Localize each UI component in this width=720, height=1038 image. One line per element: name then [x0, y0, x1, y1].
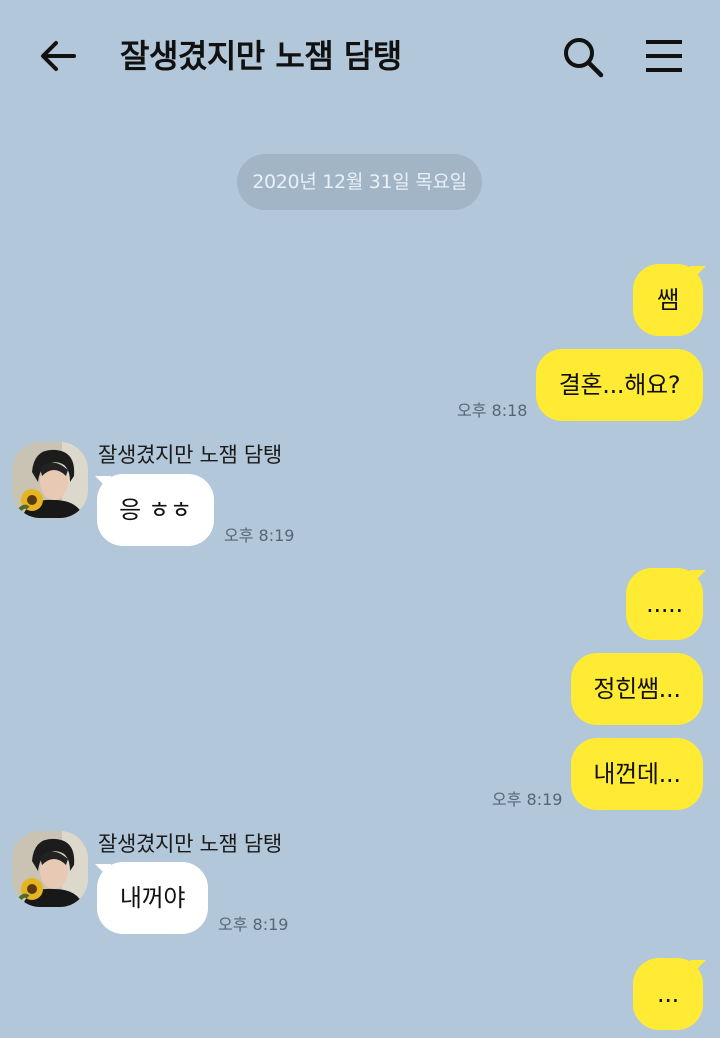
message-time: 오후 8:19 [224, 526, 295, 545]
date-divider: 2020년 12월 31일 목요일 [237, 154, 482, 210]
my-message-bubble[interactable]: 정힌쌤... [571, 653, 703, 725]
my-message-bubble[interactable]: 결혼...해요? [536, 349, 703, 421]
back-button[interactable] [36, 34, 80, 78]
message-time: 오후 8:18 [457, 401, 528, 420]
profile-photo [12, 831, 88, 907]
chat-title: 잘생겼지만 노잼 담탱 [120, 37, 402, 75]
my-message-bubble[interactable]: ... [633, 958, 703, 1030]
their-message-bubble[interactable]: 내꺼야 [97, 862, 208, 934]
avatar[interactable] [12, 442, 88, 518]
my-message-bubble[interactable]: ..... [626, 568, 703, 640]
message-time: 오후 8:19 [492, 790, 563, 809]
sender-name: 잘생겼지만 노잼 담탱 [98, 443, 282, 467]
search-icon [564, 38, 604, 78]
search-button[interactable] [560, 34, 606, 80]
menu-button[interactable] [642, 34, 686, 78]
their-message-bubble[interactable]: 응 ㅎㅎ [97, 474, 214, 546]
avatar[interactable] [12, 831, 88, 907]
my-message-bubble[interactable]: 내껀데... [571, 738, 703, 810]
hamburger-menu-icon [646, 40, 682, 72]
profile-photo [12, 442, 88, 518]
sender-name: 잘생겼지만 노잼 담탱 [98, 832, 282, 856]
message-time: 오후 8:19 [218, 915, 289, 934]
arrow-left-icon [41, 41, 76, 71]
my-message-bubble[interactable]: 쌤 [633, 264, 703, 336]
chat-header: 잘생겼지만 노잼 담탱 [0, 0, 720, 112]
